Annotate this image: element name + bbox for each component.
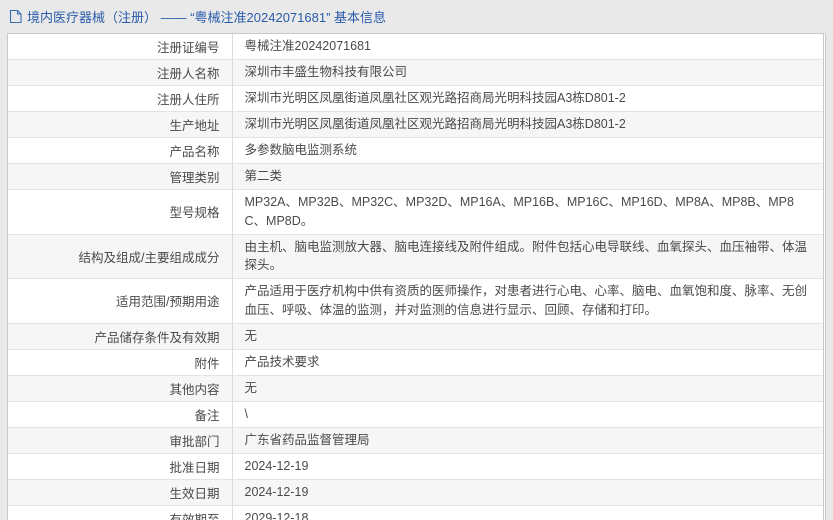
row-value-text: 深圳市光明区凤凰街道凤凰社区观光路招商局光明科技园A3栋D801-2 (245, 91, 626, 105)
row-value-text: \ (245, 407, 248, 421)
row-label: 注册证编号 (8, 34, 232, 60)
row-value-text: 2024-12-19 (245, 485, 309, 499)
row-value-text: MP32A、MP32B、MP32C、MP32D、MP16A、MP16B、MP16… (245, 195, 794, 228)
row-value-text: 粤械注准20242071681 (245, 39, 371, 53)
table-row: 生效日期 2024-12-19 (8, 479, 823, 505)
table-row: 适用范围/预期用途 产品适用于医疗机构中供有资质的医师操作，对患者进行心电、心率… (8, 279, 823, 324)
row-value: 粤械注准20242071681 (232, 34, 823, 60)
table-row: 其他内容 无 (8, 375, 823, 401)
row-label: 附件 (8, 349, 232, 375)
row-label: 适用范围/预期用途 (8, 279, 232, 324)
row-value-text: 深圳市光明区凤凰街道凤凰社区观光路招商局光明科技园A3栋D801-2 (245, 117, 626, 131)
row-value: 深圳市光明区凤凰街道凤凰社区观光路招商局光明科技园A3栋D801-2 (232, 86, 823, 112)
table-row: 附件 产品技术要求 (8, 349, 823, 375)
row-label: 注册人名称 (8, 60, 232, 86)
document-icon (9, 9, 22, 24)
row-label: 审批部门 (8, 427, 232, 453)
row-value: 广东省药品监督管理局 (232, 427, 823, 453)
row-value-text: 第二类 (245, 169, 283, 183)
row-label-text: 审批部门 (169, 435, 219, 449)
row-label: 产品储存条件及有效期 (8, 323, 232, 349)
table-row: 注册人名称 深圳市丰盛生物科技有限公司 (8, 60, 823, 86)
table-row: 产品名称 多参数脑电监测系统 (8, 138, 823, 164)
row-value: 多参数脑电监测系统 (232, 138, 823, 164)
table-row: 注册人住所 深圳市光明区凤凰街道凤凰社区观光路招商局光明科技园A3栋D801-2 (8, 86, 823, 112)
row-value: 2029-12-18 (232, 505, 823, 520)
row-value-text: 无 (245, 329, 258, 343)
row-label-text: 附件 (194, 357, 219, 371)
row-value: 产品技术要求 (232, 349, 823, 375)
row-label-text: 注册证编号 (157, 41, 220, 55)
row-value-text: 广东省药品监督管理局 (245, 433, 370, 447)
row-value: 产品适用于医疗机构中供有资质的医师操作，对患者进行心电、心率、脑电、血氧饱和度、… (232, 279, 823, 324)
table-row: 有效期至 2029-12-18 (8, 505, 823, 520)
row-label-text: 适用范围/预期用途 (116, 295, 219, 309)
row-value-text: 2024-12-19 (245, 459, 309, 473)
row-label-text: 型号规格 (169, 206, 219, 220)
row-value-text: 由主机、脑电监测放大器、脑电连接线及附件组成。附件包括心电导联线、血氧探头、血压… (245, 240, 808, 273)
row-value: 深圳市光明区凤凰街道凤凰社区观光路招商局光明科技园A3栋D801-2 (232, 112, 823, 138)
registration-table: 注册证编号 粤械注准20242071681 注册人名称 深圳市丰盛生物科技有限公… (8, 34, 823, 520)
row-value: 无 (232, 375, 823, 401)
row-label: 批准日期 (8, 453, 232, 479)
page-header: 境内医疗器械（注册） —— “粤械注准20242071681” 基本信息 (0, 0, 833, 33)
row-label-text: 其他内容 (169, 383, 219, 397)
row-label: 型号规格 (8, 190, 232, 235)
row-value-text: 产品适用于医疗机构中供有资质的医师操作，对患者进行心电、心率、脑电、血氧饱和度、… (245, 284, 808, 317)
row-value: \ (232, 401, 823, 427)
row-label: 有效期至 (8, 505, 232, 520)
row-value-text: 产品技术要求 (245, 355, 320, 369)
page-title: 境内医疗器械（注册） —— “粤械注准20242071681” 基本信息 (27, 7, 386, 26)
row-label: 生效日期 (8, 479, 232, 505)
table-row: 备注 \ (8, 401, 823, 427)
table-row: 型号规格 MP32A、MP32B、MP32C、MP32D、MP16A、MP16B… (8, 190, 823, 235)
row-value-text: 深圳市丰盛生物科技有限公司 (245, 65, 408, 79)
row-value-text: 2029-12-18 (245, 511, 309, 520)
row-label-text: 批准日期 (169, 461, 219, 475)
row-label-text: 管理类别 (169, 171, 219, 185)
table-row: 批准日期 2024-12-19 (8, 453, 823, 479)
row-label-text: 注册人名称 (157, 67, 220, 81)
table-row: 生产地址 深圳市光明区凤凰街道凤凰社区观光路招商局光明科技园A3栋D801-2 (8, 112, 823, 138)
table-row: 审批部门 广东省药品监督管理局 (8, 427, 823, 453)
row-label-text: 生效日期 (169, 487, 219, 501)
row-label: 管理类别 (8, 164, 232, 190)
table-row: 产品储存条件及有效期 无 (8, 323, 823, 349)
row-value: 深圳市丰盛生物科技有限公司 (232, 60, 823, 86)
table-row: 注册证编号 粤械注准20242071681 (8, 34, 823, 60)
row-label: 备注 (8, 401, 232, 427)
row-label-text: 生产地址 (169, 119, 219, 133)
row-label-text: 备注 (194, 409, 219, 423)
table-row: 结构及组成/主要组成成分 由主机、脑电监测放大器、脑电连接线及附件组成。附件包括… (8, 234, 823, 279)
row-label-text: 注册人住所 (157, 93, 220, 107)
registration-info-panel: 注册证编号 粤械注准20242071681 注册人名称 深圳市丰盛生物科技有限公… (7, 33, 826, 520)
table-row: 管理类别 第二类 (8, 164, 823, 190)
row-label-text: 产品名称 (169, 145, 219, 159)
row-value: 由主机、脑电监测放大器、脑电连接线及附件组成。附件包括心电导联线、血氧探头、血压… (232, 234, 823, 279)
row-label: 结构及组成/主要组成成分 (8, 234, 232, 279)
row-value: 2024-12-19 (232, 453, 823, 479)
row-value: MP32A、MP32B、MP32C、MP32D、MP16A、MP16B、MP16… (232, 190, 823, 235)
row-label-text: 产品储存条件及有效期 (94, 331, 219, 345)
row-label-text: 有效期至 (169, 513, 219, 520)
row-label: 产品名称 (8, 138, 232, 164)
row-value: 无 (232, 323, 823, 349)
row-label: 其他内容 (8, 375, 232, 401)
row-label: 生产地址 (8, 112, 232, 138)
row-label-text: 结构及组成/主要组成成分 (79, 251, 220, 265)
row-label: 注册人住所 (8, 86, 232, 112)
row-value: 2024-12-19 (232, 479, 823, 505)
row-value-text: 无 (245, 381, 258, 395)
row-value-text: 多参数脑电监测系统 (245, 143, 358, 157)
row-value: 第二类 (232, 164, 823, 190)
